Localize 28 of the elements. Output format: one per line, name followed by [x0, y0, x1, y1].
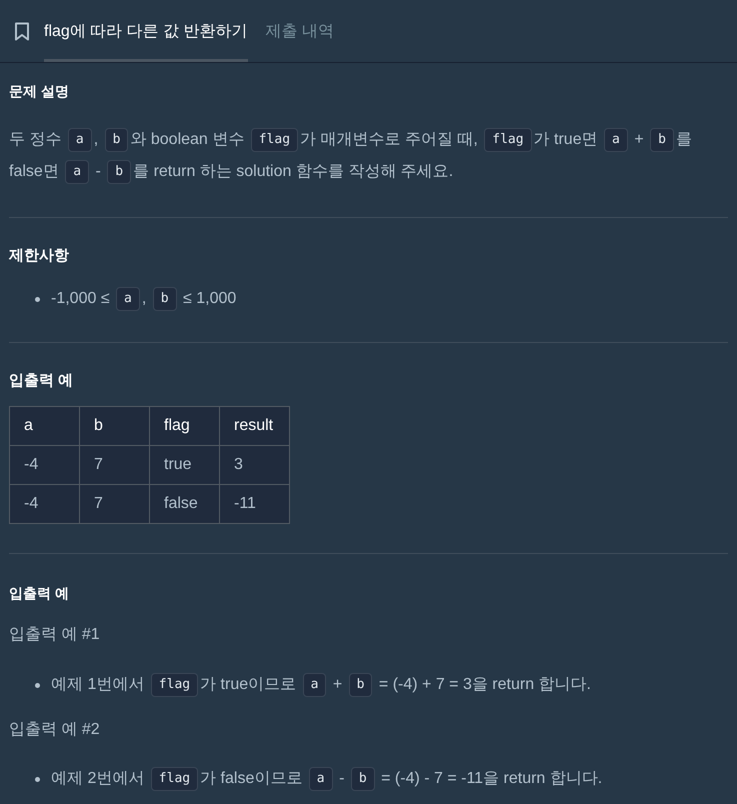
- bullet-icon: [35, 682, 40, 688]
- section-heading: 문제 설명: [9, 82, 70, 101]
- list-item-text: 예제 1번에서 flag 가 true이므로 a + b = (-4) + 7 = 3을 return 합니다.: [51, 671, 591, 699]
- example-subtitle: 입출력 예 #2: [9, 720, 101, 740]
- bullet-icon: [35, 296, 40, 302]
- table-cell: 3: [220, 446, 290, 484]
- table-cell: -4: [10, 484, 80, 524]
- table-cell: 7: [80, 446, 150, 484]
- bullet-icon: [35, 776, 40, 782]
- section-heading: 제한사항: [9, 246, 70, 266]
- table-cell: -4: [10, 446, 80, 484]
- table-cell: -11: [220, 484, 290, 524]
- tab[interactable]: 제출 내역: [266, 0, 334, 62]
- tab[interactable]: flag에 따라 다른 값 반환하기: [44, 0, 248, 62]
- table-cell: true: [150, 446, 220, 484]
- list-item-text: -1,000 ≤ a , b ≤ 1,000: [51, 285, 236, 313]
- table-cell: 7: [80, 484, 150, 524]
- table-header-cell: result: [220, 406, 290, 446]
- example-subtitle: 입출력 예 #1: [9, 625, 101, 645]
- table-cell: false: [150, 484, 220, 524]
- table-header-cell: a: [10, 406, 80, 446]
- section-heading: 입출력 예: [9, 584, 70, 603]
- table-header-cell: b: [80, 406, 150, 446]
- bookmark-icon[interactable]: [14, 22, 30, 40]
- problem-description: 두 정수 a , b 와 boolean 변수 flag 가 매개변수로 주어질 때, flag 가 true면 a + b 를 false면 a - b 를 return 하는 solution 함수를 작성해 주세요.: [9, 124, 728, 188]
- table-header-cell: flag: [150, 406, 220, 446]
- section-heading: 입출력 예: [9, 371, 74, 391]
- list-item-text: 예제 2번에서 flag 가 false이므로 a - b = (-4) - 7 = -11을 return 합니다.: [51, 765, 602, 793]
